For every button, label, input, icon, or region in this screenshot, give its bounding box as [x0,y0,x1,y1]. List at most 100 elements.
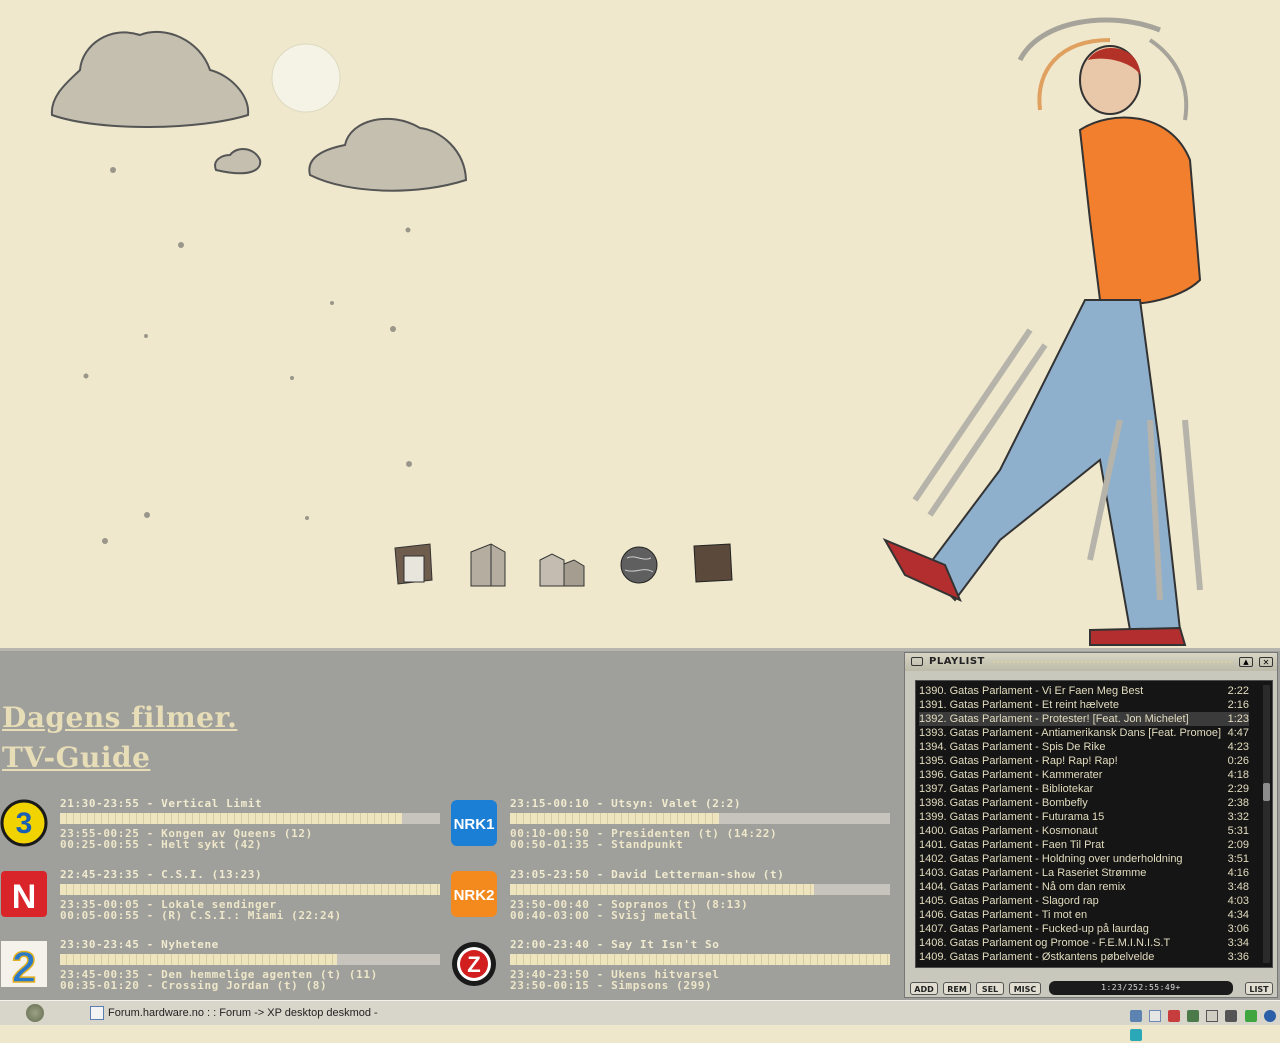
track-duration: 4:03 [1227,895,1249,907]
playlist-track-row[interactable]: 1391. Gatas Parlament - Et reint hælvete… [919,698,1249,712]
volume-icon[interactable] [1263,1009,1276,1022]
playlist-track-row[interactable]: 1390. Gatas Parlament - Vi Er Faen Meg B… [919,684,1249,698]
display-icon[interactable] [1206,1009,1219,1022]
tv2-next-show-2: 00:35-01:20 - Crossing Jordan (t) (8) [60,979,328,992]
tv3-next-show-2: 00:25-00:55 - Helt sykt (42) [60,838,263,851]
taskbar-window-label: Forum.hardware.no : : Forum -> XP deskto… [108,1007,378,1019]
bluetooth-icon[interactable] [1130,1028,1142,1041]
close-icon[interactable]: ✕ [1259,657,1273,667]
track-title: 1407. Gatas Parlament - Fucked-up på lau… [919,923,1149,935]
messenger-icon[interactable] [1244,1009,1257,1022]
svg-text:N: N [12,878,37,916]
track-duration: 3:32 [1227,811,1249,823]
playlist-track-row[interactable]: 1408. Gatas Parlament og Promoe - F.E.M.… [919,936,1249,950]
start-button[interactable] [26,1004,44,1022]
track-duration: 4:47 [1227,727,1249,739]
track-title: 1403. Gatas Parlament - La Raseriet Strø… [919,867,1147,879]
document-folder-icon[interactable] [390,540,440,590]
playlist-time-display: 1:23/252:55:49+ [1049,981,1233,995]
select-button[interactable]: SEL [976,982,1004,995]
update-icon[interactable] [1187,1009,1200,1022]
desktop-wallpaper [0,0,1280,648]
building-icon[interactable] [465,540,515,590]
tvnorge-logo-icon: N [1,871,47,917]
playlist-track-row[interactable]: 1393. Gatas Parlament - Antiamerikansk D… [919,726,1249,740]
nrk2-current-show: 23:05-23:50 - David Letterman-show (t) [510,868,785,881]
playlist-track-row[interactable]: 1401. Gatas Parlament - Faen Til Prat 2:0… [919,838,1249,852]
playlist-track-row[interactable]: 1392. Gatas Parlament - Protester! [Feat… [919,712,1249,726]
track-title: 1402. Gatas Parlament - Holdning over un… [919,853,1183,865]
playlist-track-row[interactable]: 1394. Gatas Parlament - Spis De Rike 4:23 [919,740,1249,754]
taskbar-window-button[interactable]: Forum.hardware.no : : Forum -> XP deskto… [90,1003,420,1023]
track-title: 1398. Gatas Parlament - Bombefly [919,797,1088,809]
track-title: 1406. Gatas Parlament - Ti mot en [919,909,1088,921]
playlist-track-row[interactable]: 1406. Gatas Parlament - Ti mot en 4:34 [919,908,1249,922]
playlist-track-row[interactable]: 1397. Gatas Parlament - Bibliotekar 2:29 [919,782,1249,796]
playlist-title: PLAYLIST [929,656,985,667]
track-duration: 3:48 [1227,881,1249,893]
track-title: 1405. Gatas Parlament - Slagord rap [919,895,1099,907]
track-duration: 2:22 [1227,685,1249,697]
remove-button[interactable]: REM [943,982,971,995]
track-duration: 2:29 [1227,783,1249,795]
mail-icon[interactable] [1149,1009,1162,1022]
antivirus-icon[interactable] [1168,1009,1181,1022]
network-icon[interactable] [1130,1009,1142,1022]
track-duration: 2:09 [1227,839,1249,851]
browser-window-icon [90,1006,104,1021]
track-title: 1400. Gatas Parlament - Kosmonaut [919,825,1098,837]
titlebar-grip [993,661,1233,663]
winamp-playlist-window[interactable]: PLAYLIST ▲ ✕ 1390. Gatas Parlament - Vi … [904,652,1278,998]
playlist-scrollbar[interactable] [1263,685,1270,963]
system-tray [1130,1005,1278,1041]
svg-text:NRK2: NRK2 [454,887,495,904]
ztv-logo-icon: Z [452,942,496,986]
playlist-track-row[interactable]: 1395. Gatas Parlament - Rap! Rap! Rap! 0:… [919,754,1249,768]
playlist-track-list[interactable]: 1390. Gatas Parlament - Vi Er Faen Meg B… [915,680,1273,968]
track-title: 1395. Gatas Parlament - Rap! Rap! Rap! [919,755,1118,767]
playlist-track-row[interactable]: 1409. Gatas Parlament - Østkantens pøbel… [919,950,1249,964]
playlist-menu-icon[interactable] [911,657,923,666]
track-duration: 3:36 [1227,951,1249,963]
track-title: 1390. Gatas Parlament - Vi Er Faen Meg B… [919,685,1144,697]
rain-drops [83,167,412,544]
printer-icon[interactable] [1225,1009,1238,1022]
playlist-track-row[interactable]: 1407. Gatas Parlament - Fucked-up på lau… [919,922,1249,936]
playlist-track-row[interactable]: 1396. Gatas Parlament - Kammerater 4:18 [919,768,1249,782]
dagens-filmer-link[interactable]: Dagens filmer. [2,701,237,734]
globe-icon[interactable] [615,540,665,590]
track-duration: 4:16 [1227,867,1249,879]
tv3-logo-icon: 3 [0,799,48,847]
track-title: 1409. Gatas Parlament - Østkantens pøbel… [919,951,1155,963]
track-duration: 4:23 [1227,741,1249,753]
playlist-titlebar[interactable]: PLAYLIST ▲ ✕ [905,653,1277,671]
nrk2-next-show-2: 00:40-03:00 - Svisj metall [510,909,698,922]
track-duration: 3:06 [1227,923,1249,935]
tv3-progress-bar [60,813,440,824]
track-title: 1397. Gatas Parlament - Bibliotekar [919,783,1094,795]
track-title: 1404. Gatas Parlament - Nå om dan remix [919,881,1126,893]
shade-button[interactable]: ▲ [1239,657,1253,667]
track-title: 1401. Gatas Parlament - Faen Til Prat [919,839,1105,851]
playlist-track-row[interactable]: 1399. Gatas Parlament - Futurama 15 3:32 [919,810,1249,824]
track-duration: 4:34 [1227,909,1249,921]
playlist-track-row[interactable]: 1404. Gatas Parlament - Nå om dan remix 3… [919,880,1249,894]
channel-tv2: 2 23:30-23:45 - Nyhetene 23:45-00:35 - D… [0,938,440,1006]
playlist-track-row[interactable]: 1398. Gatas Parlament - Bombefly 2:38 [919,796,1249,810]
channel-tvnorge: N 22:45-23:35 - C.S.I. (13:23) 23:35-00:… [0,868,440,936]
folder-icon[interactable] [690,540,740,590]
playlist-track-row[interactable]: 1403. Gatas Parlament - La Raseriet Strø… [919,866,1249,880]
svg-text:NRK1: NRK1 [454,816,495,833]
scrollbar-thumb[interactable] [1263,783,1270,801]
playlist-track-row[interactable]: 1400. Gatas Parlament - Kosmonaut 5:31 [919,824,1249,838]
tv-guide-link[interactable]: TV-Guide [2,741,150,774]
playlist-track-row[interactable]: 1405. Gatas Parlament - Slagord rap 4:03 [919,894,1249,908]
misc-button[interactable]: MISC [1009,982,1041,995]
track-title: 1394. Gatas Parlament - Spis De Rike [919,741,1106,753]
playlist-track-row[interactable]: 1402. Gatas Parlament - Holdning over un… [919,852,1249,866]
add-button[interactable]: ADD [910,982,938,995]
city-icon[interactable] [538,540,588,590]
ztv-current-show: 22:00-23:40 - Say It Isn't So [510,938,720,951]
cloud-shape [50,30,468,192]
list-button[interactable]: LIST [1245,982,1273,995]
